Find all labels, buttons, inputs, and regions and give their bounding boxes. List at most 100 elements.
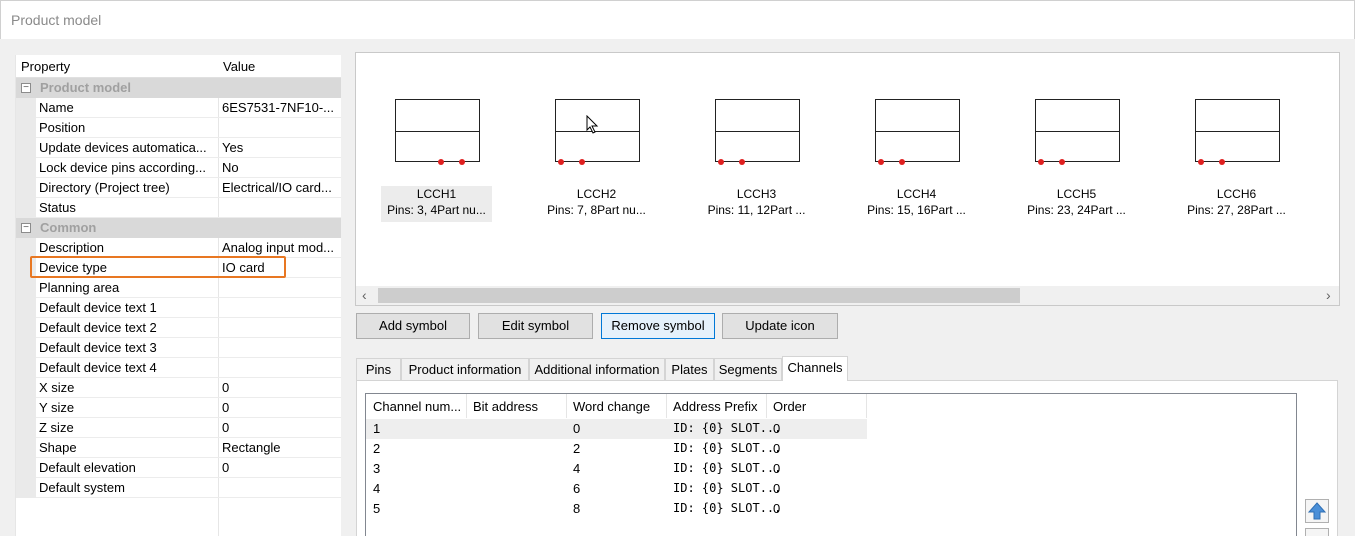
update-icon-button[interactable]: Update icon	[722, 313, 838, 339]
move-down-button[interactable]	[1305, 528, 1329, 536]
symbol-divider	[716, 131, 799, 132]
order: 0	[773, 501, 781, 516]
property-row[interactable]: Position	[16, 118, 341, 138]
word-change: 4	[573, 461, 581, 476]
property-row[interactable]: Z size 0	[16, 418, 341, 438]
property-grid[interactable]: Property Value − Product model Name 6ES75…	[15, 55, 341, 536]
property-value[interactable]: Rectangle	[222, 440, 337, 455]
tab-channels[interactable]: Channels	[782, 356, 848, 381]
property-row[interactable]: Planning area	[16, 278, 341, 298]
category-common[interactable]: − Common	[16, 218, 341, 238]
symbol-divider	[876, 131, 959, 132]
scroll-right-icon[interactable]: ›	[1326, 287, 1331, 303]
property-value[interactable]: Analog input mod...	[222, 240, 337, 255]
property-row[interactable]: Update devices automatica... Yes	[16, 138, 341, 158]
value-column-header[interactable]: Value	[223, 59, 255, 74]
property-row[interactable]: Default device text 4	[16, 358, 341, 378]
column-header[interactable]: Word change	[573, 399, 650, 414]
column-separator[interactable]	[466, 394, 467, 418]
property-row[interactable]: Default system	[16, 478, 341, 498]
symbol-item[interactable]: LCCH5 Pins: 23, 24Part ...	[1021, 53, 1151, 243]
tab-plates[interactable]: Plates	[665, 358, 714, 380]
tab-additional-information[interactable]: Additional information	[529, 358, 665, 380]
column-header[interactable]: Order	[773, 399, 806, 414]
column-header[interactable]: Address Prefix	[673, 399, 758, 414]
property-row[interactable]: Name 6ES7531-7NF10-...	[16, 98, 341, 118]
table-row[interactable]: 3 4 ID: {0} SLOT... 0	[366, 459, 867, 479]
property-row[interactable]: Status	[16, 198, 341, 218]
word-change: 2	[573, 441, 581, 456]
row-gutter	[16, 98, 36, 118]
symbol-graphic	[715, 99, 800, 162]
property-value[interactable]: No	[222, 160, 337, 175]
symbol-name: LCCH3	[736, 187, 777, 201]
symbol-graphic	[1035, 99, 1120, 162]
symbol-preview-panel[interactable]: LCCH1 Pins: 3, 4Part nu... LCCH2 Pins: 7, …	[355, 52, 1340, 306]
tab-pins[interactable]: Pins	[356, 358, 401, 380]
property-value[interactable]: 0	[222, 380, 337, 395]
symbol-divider	[396, 131, 479, 132]
address-prefix: ID: {0} SLOT...	[673, 441, 782, 455]
address-prefix: ID: {0} SLOT...	[673, 461, 782, 475]
tab-segments[interactable]: Segments	[714, 358, 782, 380]
symbol-item[interactable]: LCCH2 Pins: 7, 8Part nu...	[541, 53, 671, 243]
property-row[interactable]: Default device text 3	[16, 338, 341, 358]
symbol-graphic	[395, 99, 480, 162]
scroll-left-icon[interactable]: ‹	[362, 287, 367, 303]
symbol-item[interactable]: LCCH1 Pins: 3, 4Part nu...	[381, 53, 511, 243]
channels-list[interactable]: Channel num... Bit address Word change A…	[365, 393, 1297, 536]
order: 0	[773, 481, 781, 496]
property-row[interactable]: Lock device pins according... No	[16, 158, 341, 178]
column-header[interactable]: Channel num...	[373, 399, 461, 414]
symbol-item[interactable]: LCCH6 Pins: 27, 28Part ...	[1181, 53, 1311, 243]
tab-product-information[interactable]: Product information	[401, 358, 529, 380]
column-separator[interactable]	[566, 394, 567, 418]
channel-number: 4	[373, 481, 381, 496]
symbol-item[interactable]: LCCH4 Pins: 15, 16Part ...	[861, 53, 991, 243]
property-name: Default device text 3	[39, 340, 157, 355]
symbol-item[interactable]: LCCH3 Pins: 11, 12Part ...	[701, 53, 831, 243]
property-name: X size	[39, 380, 75, 395]
property-row[interactable]: Default device text 2	[16, 318, 341, 338]
word-change: 6	[573, 481, 581, 496]
address-prefix: ID: {0} SLOT...	[673, 481, 782, 495]
collapse-icon[interactable]: −	[21, 223, 31, 233]
property-row[interactable]: Default elevation 0	[16, 458, 341, 478]
property-name: Z size	[39, 420, 74, 435]
property-name: Y size	[39, 400, 75, 415]
property-value[interactable]: 6ES7531-7NF10-...	[222, 100, 337, 115]
table-row[interactable]: 1 0 ID: {0} SLOT... 0	[366, 419, 867, 439]
category-product-model[interactable]: − Product model	[16, 78, 341, 98]
table-row[interactable]: 5 8 ID: {0} SLOT... 0	[366, 499, 867, 519]
column-separator[interactable]	[866, 394, 867, 418]
edit-symbol-button[interactable]: Edit symbol	[478, 313, 593, 339]
property-value[interactable]: 0	[222, 400, 337, 415]
property-value[interactable]: 0	[222, 460, 337, 475]
column-header[interactable]: Bit address	[473, 399, 538, 414]
property-name: Name	[39, 100, 74, 115]
row-gutter	[16, 118, 36, 138]
table-row[interactable]: 2 2 ID: {0} SLOT... 0	[366, 439, 867, 459]
collapse-icon[interactable]: −	[21, 83, 31, 93]
remove-symbol-button[interactable]: Remove symbol	[601, 313, 715, 339]
property-value[interactable]: 0	[222, 420, 337, 435]
column-separator[interactable]	[766, 394, 767, 418]
property-row[interactable]: X size 0	[16, 378, 341, 398]
property-row[interactable]: Description Analog input mod...	[16, 238, 341, 258]
property-row[interactable]: Y size 0	[16, 398, 341, 418]
property-value[interactable]: Yes	[222, 140, 337, 155]
scrollbar-thumb[interactable]	[378, 288, 1020, 303]
property-value[interactable]: Electrical/IO card...	[222, 180, 337, 195]
symbol-caption: LCCH5 Pins: 23, 24Part ...	[1021, 186, 1132, 222]
add-symbol-button[interactable]: Add symbol	[356, 313, 470, 339]
column-separator[interactable]	[666, 394, 667, 418]
property-row[interactable]: Shape Rectangle	[16, 438, 341, 458]
property-row[interactable]: Default device text 1	[16, 298, 341, 318]
table-row[interactable]: 4 6 ID: {0} SLOT... 0	[366, 479, 867, 499]
row-gutter	[16, 178, 36, 198]
property-row[interactable]: Directory (Project tree) Electrical/IO ca…	[16, 178, 341, 198]
move-up-button[interactable]	[1305, 499, 1329, 523]
property-column-header[interactable]: Property	[21, 59, 70, 74]
horizontal-scrollbar[interactable]: ‹ ›	[356, 286, 1339, 305]
symbol-name: LCCH4	[896, 187, 937, 201]
